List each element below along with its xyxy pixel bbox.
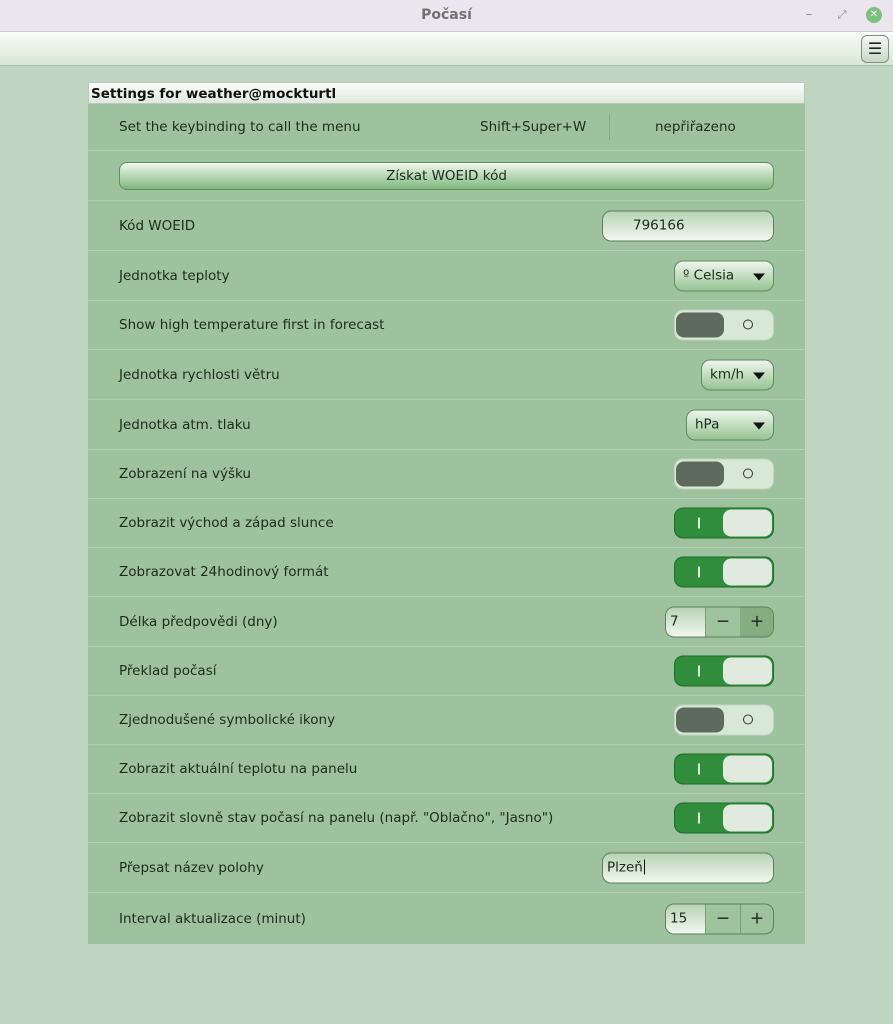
location-override-input[interactable]: Plzeň <box>602 852 774 883</box>
toggle-off-icon <box>743 468 753 479</box>
temp-unit-dropdown[interactable]: º Celsia <box>674 260 774 291</box>
row-clock24: Zobrazovat 24hodinový formát <box>88 548 805 597</box>
panel-text-toggle[interactable] <box>674 802 774 834</box>
toggle-off-icon <box>743 714 753 725</box>
row-panel-temp: Zobrazit aktuální teplotu na panelu <box>88 745 805 794</box>
toggle-off-icon <box>743 319 753 330</box>
decrement-button[interactable]: − <box>706 904 741 933</box>
row-panel-text: Zobrazit slovně stav počasí na panelu (n… <box>88 794 805 843</box>
keybinding-divider <box>609 114 610 140</box>
translate-toggle[interactable] <box>674 655 774 687</box>
forecast-days-spinner: 7 − + <box>665 606 774 637</box>
panel-temp-label: Zobrazit aktuální teplotu na panelu <box>119 761 358 777</box>
row-vertical: Zobrazení na výšku <box>88 450 805 499</box>
wind-unit-value: km/h <box>710 366 745 382</box>
toggle-knob <box>676 461 724 487</box>
hamburger-menu-icon[interactable]: ☰ <box>861 35 889 63</box>
toggle-on-icon <box>698 517 700 529</box>
toggle-on-icon <box>698 763 700 775</box>
woeid-input[interactable]: 796166 <box>602 210 774 241</box>
maximize-icon[interactable]: ⤢ <box>834 7 850 23</box>
woeid-label: Kód WOEID <box>119 217 196 234</box>
row-woeid: Kód WOEID 796166 <box>88 201 805 251</box>
row-sunrise: Zobrazit východ a západ slunce <box>88 499 805 548</box>
title-bar: Počasí – ⤢ ✕ <box>0 0 893 32</box>
row-high-first: Show high temperature first in forecast <box>88 301 805 350</box>
temp-unit-value: º Celsia <box>683 267 735 283</box>
row-wind-unit: Jednotka rychlosti větru km/h <box>88 350 805 400</box>
decrement-button[interactable]: − <box>706 607 741 636</box>
toggle-on-icon <box>698 665 700 677</box>
refresh-interval-label: Interval aktualizace (minut) <box>119 910 306 927</box>
forecast-days-input[interactable]: 7 <box>666 607 706 636</box>
row-location-override: Přepsat název polohy Plzeň <box>88 843 805 893</box>
keybinding-primary[interactable]: Shift+Super+W <box>480 119 586 135</box>
toggle-knob <box>723 509 772 537</box>
clock24-toggle[interactable] <box>674 556 774 588</box>
chevron-down-icon <box>753 273 765 280</box>
row-symbolic: Zjednodušené symbolické ikony <box>88 696 805 745</box>
row-keybinding: Set the keybinding to call the menu Shif… <box>88 104 805 151</box>
row-woeid-button: Získat WOEID kód <box>88 151 805 201</box>
pressure-unit-dropdown[interactable]: hPa <box>686 409 774 440</box>
chevron-down-icon <box>753 422 765 429</box>
panel-temp-toggle[interactable] <box>674 753 774 785</box>
settings-panel: Settings for weather@mockturtl Set the k… <box>88 82 805 944</box>
row-refresh-interval: Interval aktualizace (minut) 15 − + <box>88 893 805 944</box>
keybinding-label: Set the keybinding to call the menu <box>119 119 361 135</box>
refresh-interval-spinner: 15 − + <box>665 903 774 934</box>
wind-unit-label: Jednotka rychlosti větru <box>119 366 280 383</box>
keybinding-secondary[interactable]: nepřiřazeno <box>655 119 736 135</box>
row-pressure-unit: Jednotka atm. tlaku hPa <box>88 400 805 450</box>
high-first-toggle[interactable] <box>674 309 774 341</box>
temp-unit-label: Jednotka teploty <box>119 267 230 284</box>
translate-label: Překlad počasí <box>119 663 217 679</box>
symbolic-toggle[interactable] <box>674 704 774 736</box>
toggle-knob <box>723 657 772 685</box>
text-caret <box>643 859 645 875</box>
window-title: Počasí <box>421 7 472 23</box>
toggle-knob <box>723 755 772 783</box>
vertical-label: Zobrazení na výšku <box>119 466 251 482</box>
row-forecast-days: Délka předpovědi (dny) 7 − + <box>88 597 805 647</box>
high-first-label: Show high temperature first in forecast <box>119 317 385 333</box>
pressure-unit-label: Jednotka atm. tlaku <box>119 416 251 433</box>
clock24-label: Zobrazovat 24hodinový formát <box>119 564 329 580</box>
toggle-knob <box>723 558 772 586</box>
increment-button[interactable]: + <box>740 607 773 636</box>
row-translate: Překlad počasí <box>88 647 805 696</box>
pressure-unit-value: hPa <box>695 416 720 432</box>
toggle-knob <box>676 312 724 338</box>
minimize-icon[interactable]: – <box>801 7 817 23</box>
sunrise-label: Zobrazit východ a západ slunce <box>119 515 334 531</box>
refresh-interval-input[interactable]: 15 <box>666 904 706 933</box>
toggle-on-icon <box>698 812 700 824</box>
location-override-value: Plzeň <box>607 859 643 875</box>
toggle-knob <box>723 804 772 832</box>
forecast-days-label: Délka předpovědi (dny) <box>119 613 278 630</box>
header-bar: ☰ <box>0 32 893 66</box>
increment-button[interactable]: + <box>740 904 773 933</box>
chevron-down-icon <box>753 372 765 379</box>
vertical-toggle[interactable] <box>674 458 774 490</box>
sunrise-toggle[interactable] <box>674 507 774 539</box>
panel-text-label: Zobrazit slovně stav počasí na panelu (n… <box>119 810 554 826</box>
get-woeid-button[interactable]: Získat WOEID kód <box>119 161 774 190</box>
panel-header: Settings for weather@mockturtl <box>88 82 805 104</box>
toggle-on-icon <box>698 566 700 578</box>
location-override-label: Přepsat název polohy <box>119 859 264 876</box>
symbolic-label: Zjednodušené symbolické ikony <box>119 712 336 728</box>
close-icon[interactable]: ✕ <box>866 7 882 23</box>
wind-unit-dropdown[interactable]: km/h <box>701 359 774 390</box>
toggle-knob <box>676 707 724 733</box>
row-temp-unit: Jednotka teploty º Celsia <box>88 251 805 301</box>
